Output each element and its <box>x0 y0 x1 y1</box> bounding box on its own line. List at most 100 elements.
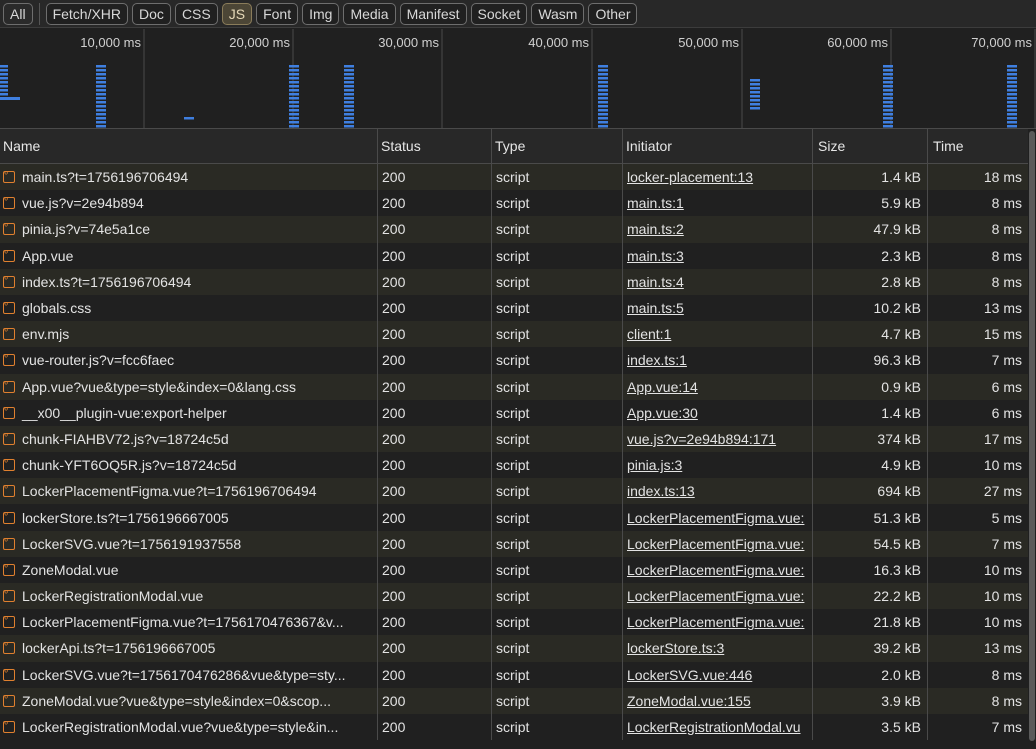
initiator-link[interactable]: LockerPlacementFigma.vue: <box>627 562 804 578</box>
table-row[interactable]: LockerPlacementFigma.vue?t=1756170476367… <box>0 609 1028 636</box>
time-cell: 8 ms <box>991 692 1022 709</box>
column-header-time[interactable]: Time <box>928 129 1028 163</box>
filter-fetch-xhr[interactable]: Fetch/XHR <box>45 2 129 25</box>
time-cell: 10 ms <box>983 457 1022 474</box>
table-row[interactable]: globals.css 200scriptmain.ts:5 10.2 kB 13 m… <box>0 294 1028 322</box>
initiator-link[interactable]: LockerRegistrationModal.vu <box>627 719 801 735</box>
network-requests-table: Name Status Type Initiator Size Time mai… <box>0 129 1028 741</box>
table-row[interactable]: App.vue 200scriptmain.ts:3 2.3 kB 8 ms <box>0 242 1028 269</box>
table-row[interactable]: chunk-FIAHBV72.js?v=18724c5d 200scriptvue… <box>0 425 1028 453</box>
timeline-request-bar <box>289 97 299 100</box>
initiator-link[interactable]: App.vue:30 <box>627 405 698 421</box>
initiator-link[interactable]: main.ts:3 <box>627 248 684 264</box>
column-header-initiator[interactable]: Initiator <box>623 129 813 163</box>
initiator-link[interactable]: LockerSVG.vue:446 <box>627 667 752 683</box>
table-row[interactable]: LockerPlacementFigma.vue?t=1756196706494… <box>0 478 1028 505</box>
column-header-size[interactable]: Size <box>813 129 928 163</box>
timeline-request-bar <box>883 73 893 76</box>
table-row[interactable]: vue-router.js?v=fcc6faec 200scriptindex.t… <box>0 347 1028 374</box>
filter-manifest[interactable]: Manifest <box>399 2 467 25</box>
table-row[interactable]: main.ts?t=1756196706494 200scriptlocker-p… <box>0 164 1028 191</box>
initiator-link[interactable]: vue.js?v=2e94b894:171 <box>627 431 776 447</box>
request-name: vue-router.js?v=fcc6faec <box>22 352 175 369</box>
size-cell: 10.2 kB <box>813 294 928 322</box>
initiator-link[interactable]: main.ts:1 <box>627 195 684 211</box>
table-row[interactable]: LockerRegistrationModal.vue 200scriptLock… <box>0 583 1028 610</box>
timeline-request-bar <box>1007 101 1017 104</box>
filter-js[interactable]: JS <box>221 2 253 25</box>
timeline-request-bar <box>1007 117 1017 120</box>
timeline-request-bar <box>883 117 893 120</box>
filter-other[interactable]: Other <box>588 2 638 25</box>
filter-css[interactable]: CSS <box>174 2 218 25</box>
table-row[interactable]: LockerSVG.vue?t=1756170476286&vue&type=s… <box>0 661 1028 688</box>
initiator-link[interactable]: LockerPlacementFigma.vue: <box>627 510 804 526</box>
timeline-tick-label: 10,000 ms <box>80 35 141 50</box>
initiator-link[interactable]: App.vue:14 <box>627 379 698 395</box>
initiator-link[interactable]: index.ts:13 <box>627 483 695 499</box>
filter-socket[interactable]: Socket <box>470 2 528 25</box>
filter-font[interactable]: Font <box>256 2 299 25</box>
timeline-request-bar <box>289 65 299 68</box>
initiator-link[interactable]: LockerPlacementFigma.vue: <box>627 614 804 630</box>
table-row[interactable]: lockerApi.ts?t=1756196667005 200scriptloc… <box>0 635 1028 662</box>
filter-wasm[interactable]: Wasm <box>531 2 585 25</box>
scrollbar-thumb[interactable] <box>1029 131 1035 741</box>
timeline-tick-label: 60,000 ms <box>827 35 888 50</box>
initiator-link[interactable]: client:1 <box>627 326 671 342</box>
timeline-request-bar <box>598 85 608 88</box>
time-cell: 5 ms <box>991 509 1022 526</box>
script-file-icon <box>3 482 15 498</box>
status-cell: 200 <box>378 661 492 688</box>
script-file-icon <box>3 220 15 236</box>
timeline-request-bar <box>1007 65 1017 68</box>
table-row[interactable]: vue.js?v=2e94b894 200scriptmain.ts:1 5.9 k… <box>0 190 1028 217</box>
table-row[interactable]: ZoneModal.vue 200scriptLockerPlacementFig… <box>0 556 1028 583</box>
table-row[interactable]: LockerRegistrationModal.vue?vue&type=sty… <box>0 713 1028 741</box>
initiator-cell: LockerPlacementFigma.vue: <box>623 609 813 636</box>
table-row[interactable]: pinia.js?v=74e5a1ce 200scriptmain.ts:2 47.… <box>0 216 1028 243</box>
network-overview-timeline[interactable]: 10,000 ms 20,000 ms 30,000 ms 40,000 ms 50,0… <box>0 29 1036 129</box>
request-name: ZoneModal.vue?vue&type=style&index=0&sco… <box>22 692 331 709</box>
timeline-request-bar <box>344 121 354 124</box>
initiator-link[interactable]: ZoneModal.vue:155 <box>627 693 751 709</box>
filter-img[interactable]: Img <box>302 2 340 25</box>
table-row[interactable]: env.mjs 200scriptclient:1 4.7 kB 15 ms <box>0 321 1028 348</box>
filter-media[interactable]: Media <box>343 2 396 25</box>
initiator-link[interactable]: main.ts:2 <box>627 221 684 237</box>
timeline-request-bar <box>96 121 106 124</box>
vertical-scrollbar[interactable] <box>1028 129 1036 749</box>
initiator-link[interactable]: LockerPlacementFigma.vue: <box>627 536 804 552</box>
request-name-cell: chunk-FIAHBV72.js?v=18724c5d <box>0 425 378 453</box>
request-name-cell: ZoneModal.vue?vue&type=style&index=0&sco… <box>0 687 378 714</box>
timeline-request-bar <box>96 125 106 128</box>
initiator-link[interactable]: locker-placement:13 <box>627 169 753 185</box>
column-header-status[interactable]: Status <box>378 129 492 163</box>
initiator-link[interactable]: main.ts:5 <box>627 300 684 316</box>
initiator-link[interactable]: lockerStore.ts:3 <box>627 640 724 656</box>
size-cell: 5.9 kB <box>813 190 928 217</box>
filter-all[interactable]: All <box>3 2 33 25</box>
time-cell: 13 ms <box>983 640 1022 657</box>
table-row[interactable]: index.ts?t=1756196706494 200scriptmain.ts… <box>0 268 1028 295</box>
table-row[interactable]: chunk-YFT6OQ5R.js?v=18724c5d 200scriptpin… <box>0 452 1028 479</box>
table-row[interactable]: ZoneModal.vue?vue&type=style&index=0&sco… <box>0 687 1028 714</box>
request-name-cell: chunk-YFT6OQ5R.js?v=18724c5d <box>0 452 378 479</box>
initiator-link[interactable]: LockerPlacementFigma.vue: <box>627 588 804 604</box>
initiator-link[interactable]: index.ts:1 <box>627 352 687 368</box>
table-row[interactable]: __x00__plugin-vue:export-helper 200script… <box>0 399 1028 426</box>
timeline-request-bar <box>1007 77 1017 80</box>
column-header-type[interactable]: Type <box>492 129 623 163</box>
column-header-name[interactable]: Name <box>0 129 378 163</box>
status-cell: 200 <box>378 478 492 505</box>
initiator-link[interactable]: pinia.js:3 <box>627 457 682 473</box>
table-row[interactable]: lockerStore.ts?t=1756196667005 200scriptL… <box>0 504 1028 531</box>
type-cell: script <box>492 373 623 400</box>
table-row[interactable]: LockerSVG.vue?t=1756191937558 200scriptLo… <box>0 530 1028 557</box>
filter-doc[interactable]: Doc <box>132 2 171 25</box>
size-cell: 694 kB <box>813 478 928 505</box>
status-cell: 200 <box>378 713 492 741</box>
initiator-link[interactable]: main.ts:4 <box>627 274 684 290</box>
timeline-request-bar <box>750 79 760 82</box>
table-row[interactable]: App.vue?vue&type=style&index=0&lang.css 2… <box>0 373 1028 400</box>
